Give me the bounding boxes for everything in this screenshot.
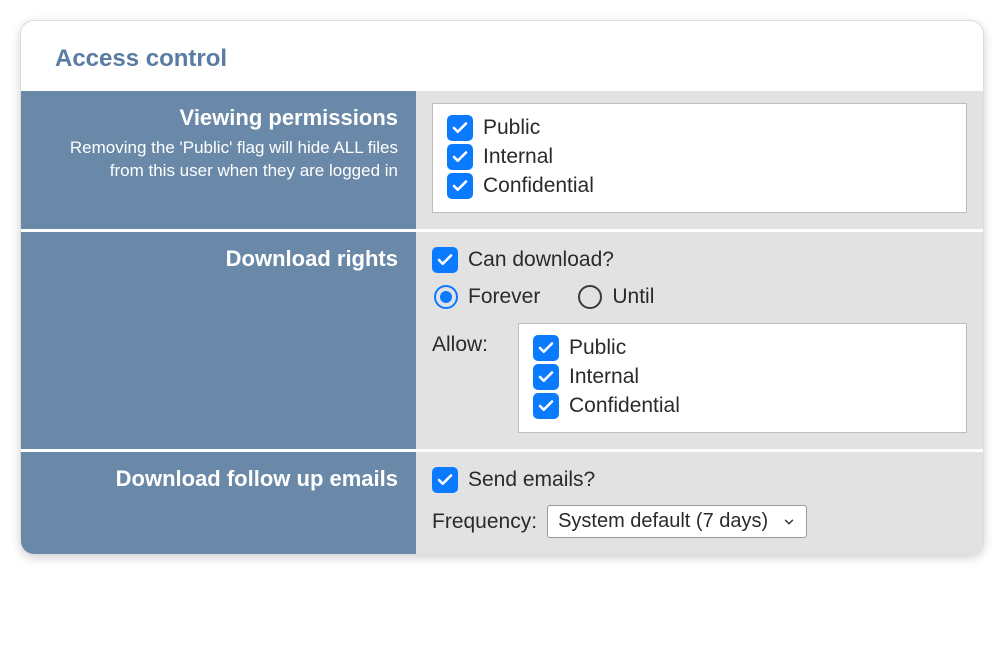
forever-radio[interactable] — [434, 285, 458, 309]
check-icon — [451, 177, 469, 195]
allow-label: Allow: — [432, 323, 500, 357]
viewing-options-box: Public Internal Confidential — [432, 103, 967, 213]
allow-confidential-label: Confidential — [569, 394, 680, 418]
viewing-public-label: Public — [483, 116, 540, 140]
send-emails-label: Send emails? — [468, 468, 595, 492]
until-radio[interactable] — [578, 285, 602, 309]
viewing-confidential-label: Confidential — [483, 174, 594, 198]
viewing-public-row: Public — [447, 115, 952, 141]
emails-value-cell: Send emails? Frequency: System default (… — [416, 451, 983, 555]
row-follow-up-emails: Download follow up emails Send emails? F… — [21, 451, 983, 555]
check-icon — [537, 397, 555, 415]
forever-label: Forever — [468, 285, 540, 309]
until-label: Until — [612, 285, 654, 309]
allow-row: Allow: Public Internal — [432, 323, 967, 433]
viewing-internal-checkbox[interactable] — [447, 144, 473, 170]
viewing-internal-label: Internal — [483, 145, 553, 169]
viewing-label: Viewing permissions — [39, 105, 398, 131]
viewing-confidential-checkbox[interactable] — [447, 173, 473, 199]
access-control-panel: Access control Viewing permissions Remov… — [20, 20, 984, 555]
check-icon — [436, 251, 454, 269]
viewing-value-cell: Public Internal Confidential — [416, 91, 983, 231]
check-icon — [436, 471, 454, 489]
allow-public-row: Public — [533, 335, 952, 361]
viewing-label-cell: Viewing permissions Removing the 'Public… — [21, 91, 416, 231]
allow-internal-row: Internal — [533, 364, 952, 390]
allow-confidential-row: Confidential — [533, 393, 952, 419]
check-icon — [537, 339, 555, 357]
download-label-cell: Download rights — [21, 231, 416, 451]
row-viewing-permissions: Viewing permissions Removing the 'Public… — [21, 91, 983, 231]
row-download-rights: Download rights Can download? Forever Un… — [21, 231, 983, 451]
frequency-select[interactable]: System default (7 days) — [547, 505, 807, 538]
duration-radio-group: Forever Until — [434, 285, 967, 309]
viewing-desc: Removing the 'Public' flag will hide ALL… — [39, 137, 398, 183]
check-icon — [451, 119, 469, 137]
emails-label-cell: Download follow up emails — [21, 451, 416, 555]
emails-label: Download follow up emails — [39, 466, 398, 492]
send-emails-row: Send emails? — [432, 467, 967, 493]
viewing-public-checkbox[interactable] — [447, 115, 473, 141]
send-emails-checkbox[interactable] — [432, 467, 458, 493]
viewing-confidential-row: Confidential — [447, 173, 952, 199]
can-download-label: Can download? — [468, 248, 614, 272]
download-label: Download rights — [39, 246, 398, 272]
can-download-checkbox[interactable] — [432, 247, 458, 273]
allow-options-box: Public Internal Confidenti — [518, 323, 967, 433]
allow-confidential-checkbox[interactable] — [533, 393, 559, 419]
can-download-row: Can download? — [432, 247, 967, 273]
allow-public-checkbox[interactable] — [533, 335, 559, 361]
allow-internal-label: Internal — [569, 365, 639, 389]
download-value-cell: Can download? Forever Until Allow: — [416, 231, 983, 451]
check-icon — [451, 148, 469, 166]
viewing-internal-row: Internal — [447, 144, 952, 170]
panel-title: Access control — [55, 45, 983, 73]
settings-table: Viewing permissions Removing the 'Public… — [21, 91, 983, 554]
frequency-label: Frequency: — [432, 510, 537, 534]
allow-public-label: Public — [569, 336, 626, 360]
chevron-down-icon — [782, 515, 796, 529]
frequency-row: Frequency: System default (7 days) — [432, 505, 967, 538]
frequency-value: System default (7 days) — [558, 510, 768, 533]
allow-internal-checkbox[interactable] — [533, 364, 559, 390]
check-icon — [537, 368, 555, 386]
